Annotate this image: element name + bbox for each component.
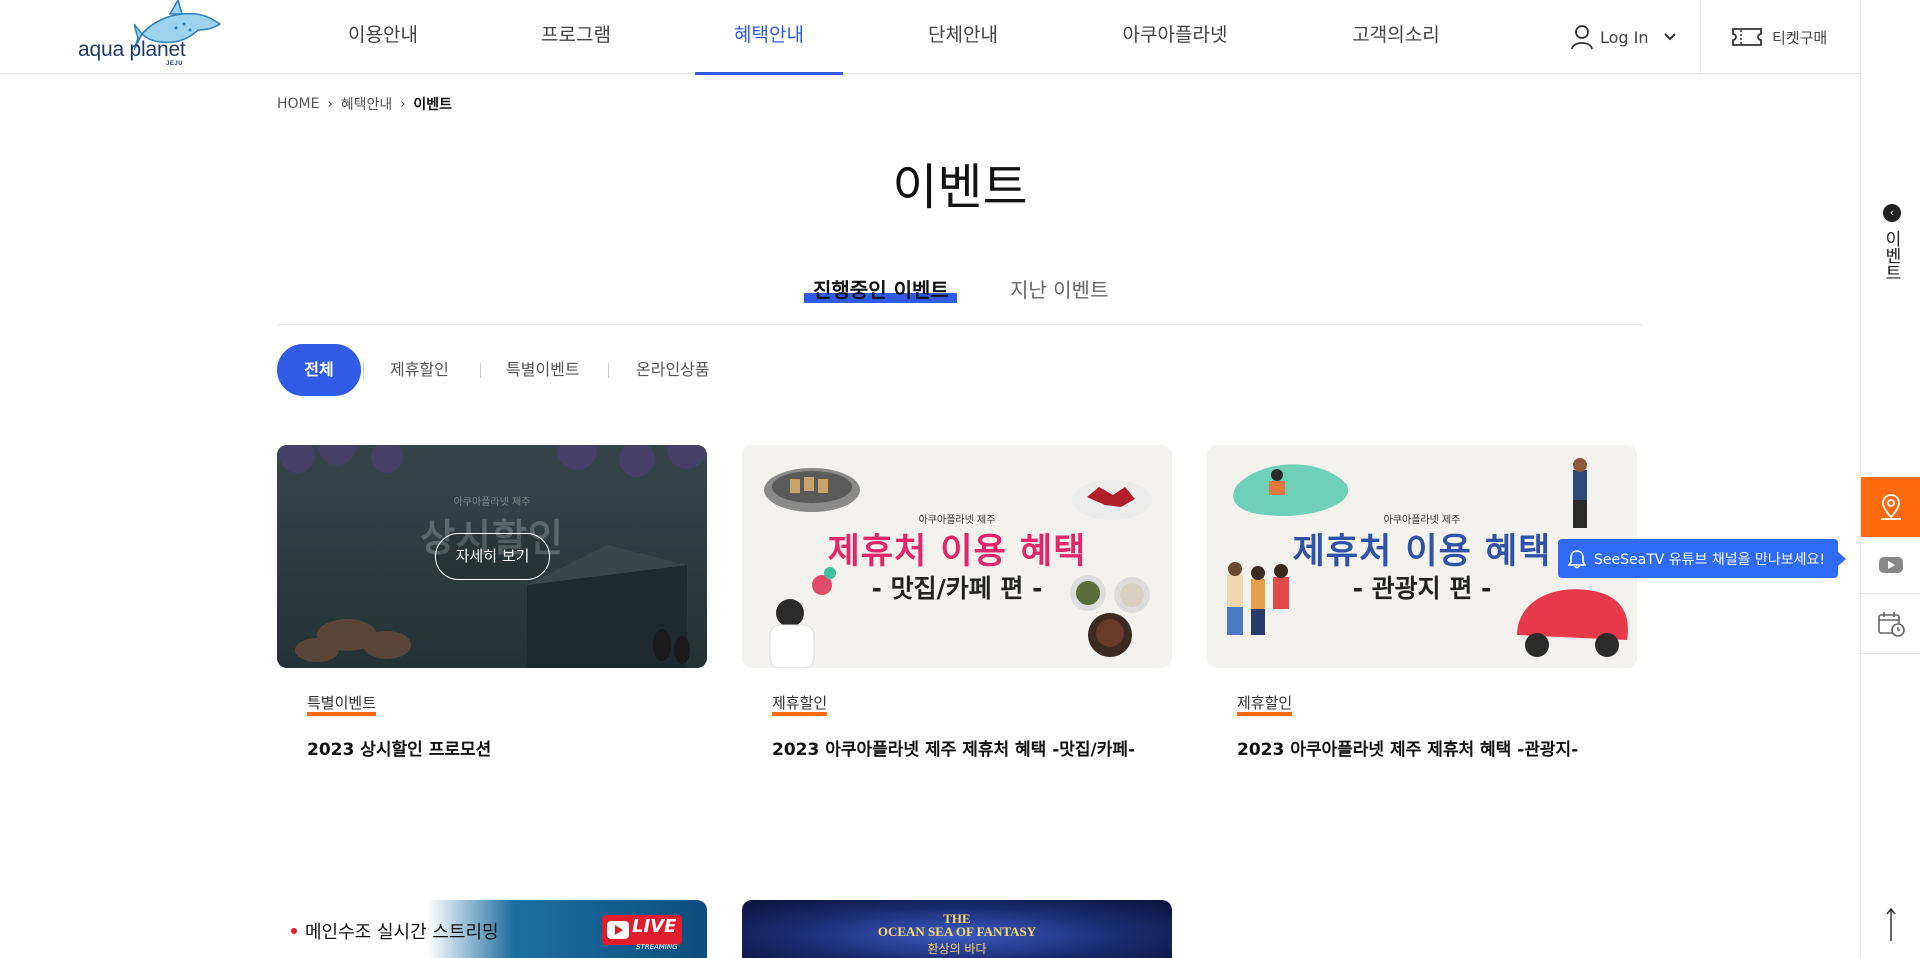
calendar-clock-icon xyxy=(1878,611,1905,637)
nav-item-customer-voice[interactable]: 고객의소리 xyxy=(1326,0,1466,74)
card-category-tag: 제휴할인 xyxy=(1237,695,1293,716)
youtube-icon xyxy=(1879,557,1903,573)
page-title: 이벤트 xyxy=(892,159,1028,216)
filter-divider xyxy=(363,363,364,378)
tooltip-text: SeeSeaTV 유튜브 채널을 만나보세요! xyxy=(1594,551,1825,568)
tab-ongoing-events[interactable]: 진행중인 이벤트 xyxy=(813,274,949,303)
map-location-button[interactable] xyxy=(1861,477,1920,537)
logo-text: aqua planet xyxy=(78,38,186,61)
card-category-tag: 특별이벤트 xyxy=(307,695,377,716)
card-title[interactable]: 2023 아쿠아플라넷 제주 제휴처 혜택 -맛집/카페- xyxy=(772,735,1135,760)
event-card[interactable]: 메인수조 실시간 스트리밍 LIVE STREAMING xyxy=(277,900,707,958)
event-card[interactable]: THE OCEAN SEA OF FANTASY 환상의 바다 xyxy=(742,900,1172,958)
live-badge: LIVE STREAMING xyxy=(602,915,682,951)
live-dot-icon xyxy=(291,928,297,934)
breadcrumb-home[interactable]: HOME xyxy=(277,96,319,112)
quick-menu-rail: ‹ 이벤트 xyxy=(1860,0,1920,958)
chevron-left-icon: ‹ xyxy=(1883,204,1901,222)
scroll-to-top-button[interactable] xyxy=(1861,905,1920,945)
event-thumbnail[interactable]: 메인수조 실시간 스트리밍 LIVE STREAMING xyxy=(277,900,707,958)
filter-special-event[interactable]: 특별이벤트 xyxy=(506,344,580,396)
login-menu[interactable]: Log In xyxy=(1570,22,1677,52)
nav-item-groups[interactable]: 단체안내 xyxy=(893,0,1033,74)
event-card[interactable]: 아쿠아플라넷 제주 상시할인 자세히 보기 특별이벤트 2023 상시할인 프로… xyxy=(277,445,707,760)
breadcrumb: HOME › 혜택안내 › 이벤트 xyxy=(277,94,452,114)
card-title[interactable]: 2023 상시할인 프로모션 xyxy=(307,735,491,760)
event-thumbnail[interactable]: 아쿠아플라넷 제주 상시할인 자세히 보기 xyxy=(277,445,707,668)
thumb-title-korean: 환상의 바다 xyxy=(927,942,987,956)
youtube-button[interactable] xyxy=(1861,537,1920,594)
breadcrumb-current: 이벤트 xyxy=(413,97,453,113)
event-tabs: 진행중인 이벤트 지난 이벤트 xyxy=(277,270,1643,325)
tab-past-events[interactable]: 지난 이벤트 xyxy=(1010,274,1108,303)
header-divider xyxy=(1700,0,1701,74)
event-thumbnail[interactable]: 아쿠아플라넷 제주 제휴처 이용 혜택 - 맛집/카페 편 - xyxy=(742,445,1172,668)
chevron-down-icon xyxy=(1663,33,1676,41)
play-icon xyxy=(607,921,629,939)
bell-icon xyxy=(1568,549,1586,568)
card-title[interactable]: 2023 아쿠아플라넷 제주 제휴처 혜택 -관광지- xyxy=(1237,735,1578,760)
thumb-title-line-2: OCEAN SEA OF FANTASY xyxy=(877,924,1037,939)
chevron-right-icon: › xyxy=(327,96,333,112)
nav-item-aquaplanet[interactable]: 아쿠아플라넷 xyxy=(1100,0,1250,74)
filter-online-product[interactable]: 온라인상품 xyxy=(636,344,710,396)
ticket-label: 티켓구매 xyxy=(1772,28,1828,47)
site-header: aqua planet JEJU 이용안내 프로그램 혜택안내 단체안내 아쿠아… xyxy=(0,0,1860,75)
schedule-button[interactable] xyxy=(1861,594,1920,654)
nav-item-usage-guide[interactable]: 이용안내 xyxy=(313,0,453,74)
ticket-purchase-button[interactable]: 티켓구매 xyxy=(1730,22,1827,52)
thumb-main-text: 제휴처 이용 혜택 xyxy=(827,532,1087,572)
user-icon xyxy=(1571,25,1593,50)
rail-event-toggle[interactable]: ‹ 이벤트 xyxy=(1861,200,1920,300)
ticket-icon xyxy=(1732,28,1762,46)
youtube-tooltip[interactable]: SeeSeaTV 유튜브 채널을 만나보세요! xyxy=(1558,539,1846,578)
filter-partner-discount[interactable]: 제휴할인 xyxy=(390,344,449,396)
view-details-button[interactable]: 자세히 보기 xyxy=(435,533,550,580)
breadcrumb-parent[interactable]: 혜택안내 xyxy=(341,94,393,114)
filter-divider xyxy=(608,363,609,378)
live-badge-subtext: STREAMING xyxy=(636,943,678,951)
thumb-title: THE OCEAN SEA OF FANTASY xyxy=(742,912,1172,938)
live-badge-text: LIVE xyxy=(632,916,677,937)
rail-event-label: 이벤트 xyxy=(1881,230,1901,281)
card-category-tag: 제휴할인 xyxy=(772,695,828,716)
arrow-up-icon xyxy=(1886,907,1896,941)
filter-divider xyxy=(480,363,481,378)
chevron-right-icon: › xyxy=(400,96,406,112)
nav-item-programs[interactable]: 프로그램 xyxy=(506,0,646,74)
event-card[interactable]: 아쿠아플라넷 제주 제휴처 이용 혜택 - 맛집/카페 편 - 제휴할인 202… xyxy=(742,445,1172,760)
thumb-tail-text: - 맛집/카페 편 - xyxy=(871,574,1043,603)
event-thumbnail[interactable]: THE OCEAN SEA OF FANTASY 환상의 바다 xyxy=(742,900,1172,958)
logo-subtext: JEJU xyxy=(166,61,184,67)
streaming-label: 메인수조 실시간 스트리밍 xyxy=(305,922,499,943)
map-pin-icon xyxy=(1881,494,1901,520)
thumb-streaming-text: 메인수조 실시간 스트리밍 xyxy=(291,918,499,944)
aqua-planet-logo[interactable]: aqua planet JEJU xyxy=(76,0,226,72)
login-label: Log In xyxy=(1600,27,1649,47)
thumb-subtitle: 아쿠아플라넷 제주 xyxy=(453,497,531,508)
filter-all[interactable]: 전체 xyxy=(277,344,361,396)
nav-item-benefits[interactable]: 혜택안내 xyxy=(695,0,843,75)
